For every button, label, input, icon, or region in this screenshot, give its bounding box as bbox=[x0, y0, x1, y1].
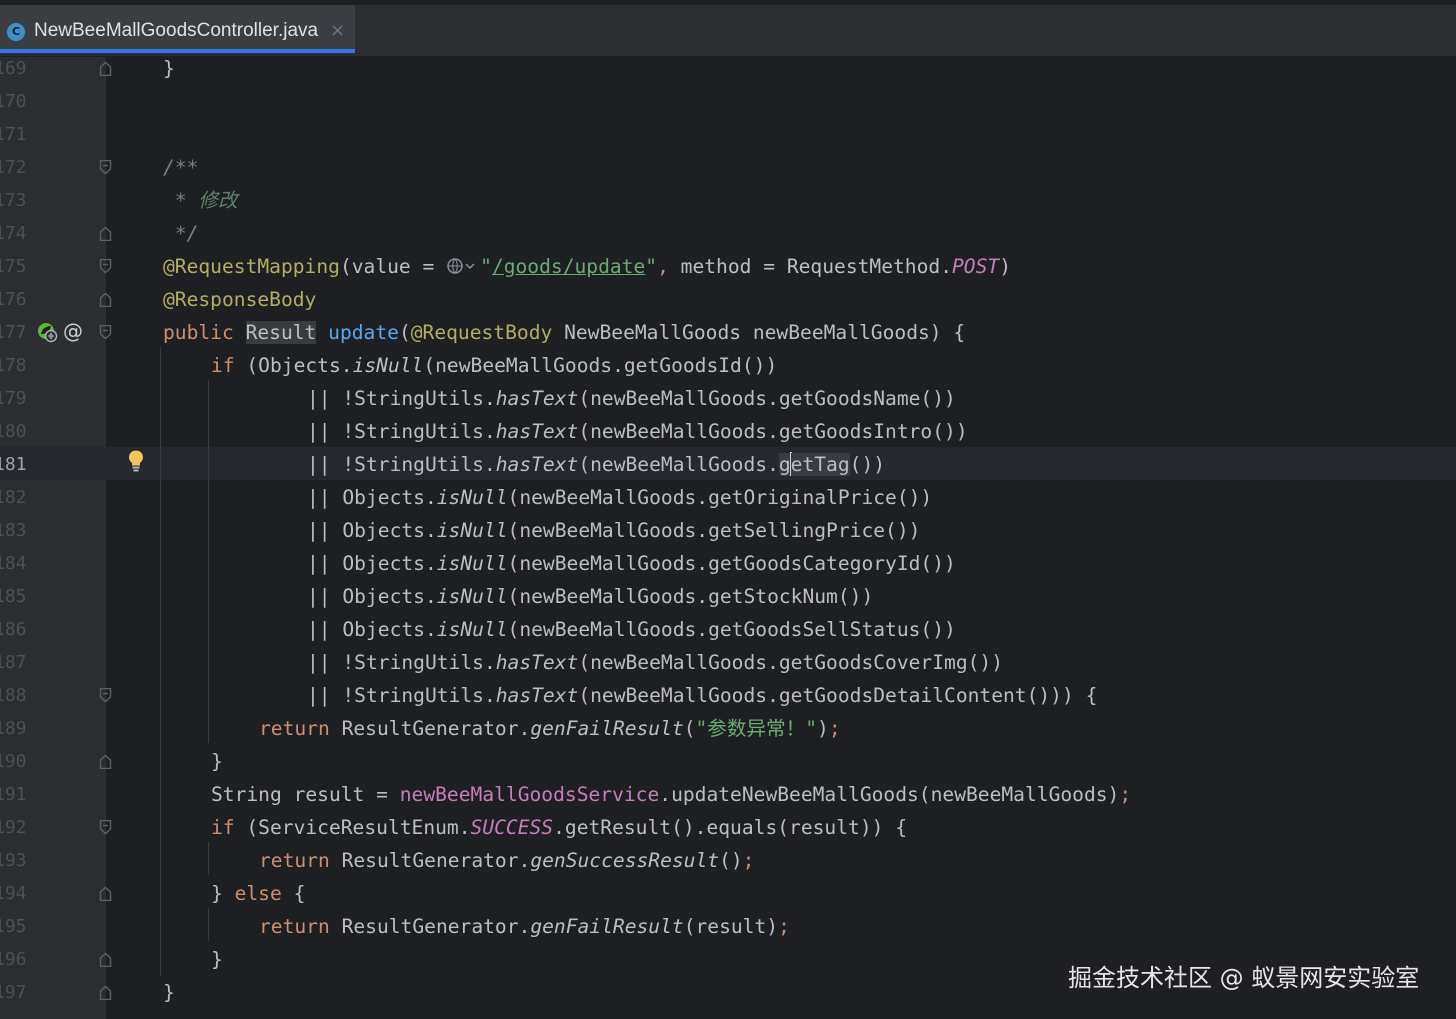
indent-guide bbox=[208, 380, 209, 743]
code-line-190: } bbox=[211, 750, 223, 773]
code-line-175: @RequestMapping(value = "/goods/update",… bbox=[163, 253, 1011, 278]
line-number: 192 bbox=[0, 817, 27, 838]
line-number: 182 bbox=[0, 487, 27, 508]
line-number: 173 bbox=[0, 190, 27, 211]
code-line-179: || !StringUtils.hasText(newBeeMallGoods.… bbox=[307, 387, 956, 410]
line-number: 169 bbox=[0, 58, 27, 79]
url-globe-icon[interactable] bbox=[446, 253, 480, 274]
indent-guide bbox=[208, 842, 209, 875]
tab-title: NewBeeMallGoodsController.java bbox=[34, 20, 319, 41]
code-line-195: return ResultGenerator.genFailResult(res… bbox=[259, 915, 790, 938]
fold-end-icon[interactable] bbox=[99, 985, 112, 1000]
java-class-icon: C bbox=[7, 23, 25, 41]
code-line-177: public Result update(@RequestBody NewBee… bbox=[163, 321, 966, 344]
code-line-188: || !StringUtils.hasText(newBeeMallGoods.… bbox=[307, 684, 1098, 707]
code-line-185: || Objects.isNull(newBeeMallGoods.getSto… bbox=[307, 585, 874, 608]
annotation-at-icon[interactable]: @ bbox=[63, 316, 83, 346]
code-line-173: * 修改 bbox=[163, 189, 238, 212]
code-line-193: return ResultGenerator.genSuccessResult(… bbox=[259, 849, 755, 872]
code-line-186: || Objects.isNull(newBeeMallGoods.getGoo… bbox=[307, 618, 956, 641]
line-number: 187 bbox=[0, 652, 27, 673]
code-line-191: String result = newBeeMallGoodsService.u… bbox=[211, 783, 1132, 806]
line-number: 183 bbox=[0, 520, 27, 541]
code-line-174: */ bbox=[163, 222, 199, 245]
code-line-180: || !StringUtils.hasText(newBeeMallGoods.… bbox=[307, 420, 968, 443]
code-line-187: || !StringUtils.hasText(newBeeMallGoods.… bbox=[307, 651, 1003, 674]
code-line-196: } bbox=[211, 948, 223, 971]
fold-end-icon[interactable] bbox=[99, 292, 112, 307]
indent-guide bbox=[160, 347, 161, 976]
fold-start-icon[interactable] bbox=[99, 259, 112, 274]
fold-start-icon[interactable] bbox=[99, 160, 112, 175]
line-number: 170 bbox=[0, 91, 27, 112]
fold-end-icon[interactable] bbox=[99, 61, 112, 76]
line-number: 188 bbox=[0, 685, 27, 706]
code-line-197: } bbox=[163, 981, 175, 1004]
fold-start-icon[interactable] bbox=[99, 688, 112, 703]
code-line-182: || Objects.isNull(newBeeMallGoods.getOri… bbox=[307, 486, 933, 509]
code-line-189: return ResultGenerator.genFailResult("参数… bbox=[259, 717, 841, 740]
code-line-176: @ResponseBody bbox=[163, 288, 317, 311]
line-number: 178 bbox=[0, 355, 27, 376]
line-number: 189 bbox=[0, 718, 27, 739]
line-number: 176 bbox=[0, 289, 27, 310]
line-number: 193 bbox=[0, 850, 27, 871]
fold-end-icon[interactable] bbox=[99, 226, 112, 241]
line-number: 171 bbox=[0, 124, 27, 145]
line-number: 172 bbox=[0, 157, 27, 178]
line-number: 177 bbox=[0, 322, 27, 343]
spring-endpoint-icon[interactable] bbox=[36, 321, 58, 343]
line-number: 174 bbox=[0, 223, 27, 244]
code-line-192: if (ServiceResultEnum.SUCCESS.getResult(… bbox=[211, 816, 908, 839]
line-number: 195 bbox=[0, 916, 27, 937]
line-number: 185 bbox=[0, 586, 27, 607]
fold-start-icon[interactable] bbox=[99, 820, 112, 835]
code-line-181: || !StringUtils.hasText(newBeeMallGoods.… bbox=[307, 452, 886, 476]
line-number: 191 bbox=[0, 784, 27, 805]
line-number-active: 181 bbox=[0, 454, 27, 475]
fold-end-icon[interactable] bbox=[99, 886, 112, 901]
code-line-194: } else { bbox=[211, 882, 306, 905]
code-line-172: /** bbox=[163, 156, 199, 179]
line-number: 180 bbox=[0, 421, 27, 442]
line-number: 184 bbox=[0, 553, 27, 574]
close-tab-icon[interactable]: × bbox=[330, 18, 345, 44]
url-link[interactable]: /goods/update bbox=[492, 255, 645, 278]
line-number: 197 bbox=[0, 982, 27, 1003]
tab-newbeemallgoodscontroller[interactable]: C NewBeeMallGoodsController.java × bbox=[0, 5, 355, 53]
code-line-178: if (Objects.isNull(newBeeMallGoods.getGo… bbox=[211, 354, 778, 377]
fold-start-icon[interactable] bbox=[99, 325, 112, 340]
line-number: 179 bbox=[0, 388, 27, 409]
fold-end-icon[interactable] bbox=[99, 754, 112, 769]
line-number: 186 bbox=[0, 619, 27, 640]
line-number: 194 bbox=[0, 883, 27, 904]
fold-end-icon[interactable] bbox=[99, 952, 112, 967]
code-line-184: || Objects.isNull(newBeeMallGoods.getGoo… bbox=[307, 552, 956, 575]
line-number: 196 bbox=[0, 949, 27, 970]
indent-guide bbox=[208, 908, 209, 941]
lightbulb-icon[interactable] bbox=[127, 449, 145, 473]
line-number: 190 bbox=[0, 751, 27, 772]
line-number: 175 bbox=[0, 256, 27, 277]
watermark: 掘金技术社区 @ 蚁景网安实验室 bbox=[1068, 964, 1420, 992]
code-line-169: } bbox=[163, 57, 175, 80]
code-line-183: || Objects.isNull(newBeeMallGoods.getSel… bbox=[307, 519, 921, 542]
editor-tab-bar: C NewBeeMallGoodsController.java × bbox=[0, 0, 1456, 57]
